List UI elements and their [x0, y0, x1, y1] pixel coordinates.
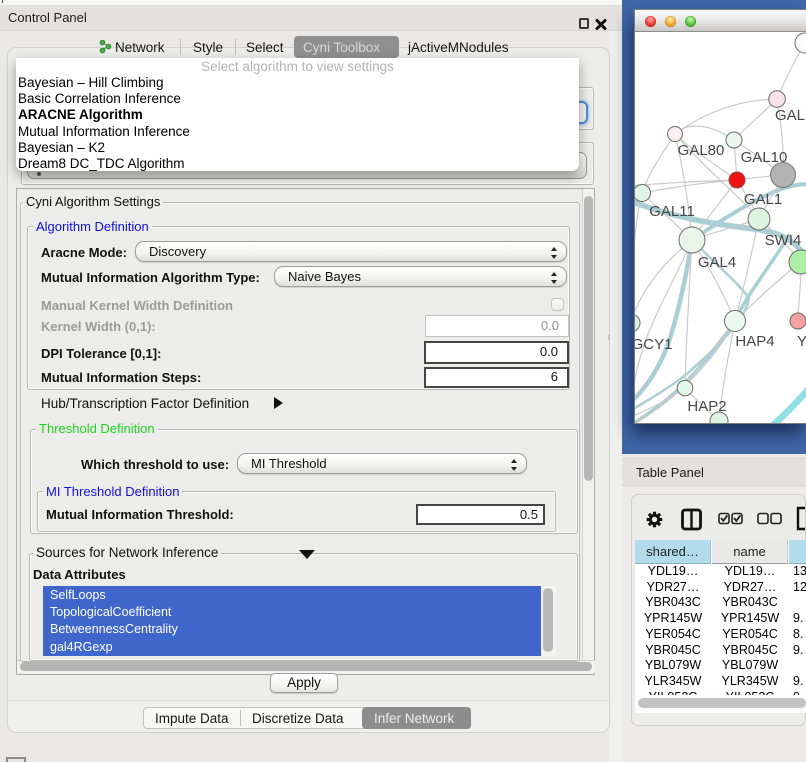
svg-text:GAL1: GAL1: [744, 191, 782, 208]
svg-text:GAL80: GAL80: [678, 142, 725, 159]
svg-text:YJ: YJ: [797, 333, 806, 350]
svg-text:GCY1: GCY1: [635, 336, 672, 353]
svg-text:GAL7: GAL7: [775, 107, 806, 124]
svg-text:GAL4: GAL4: [698, 254, 736, 271]
svg-text:SWI4: SWI4: [765, 232, 802, 249]
svg-text:HAP4: HAP4: [735, 333, 774, 350]
svg-text:HAP2: HAP2: [687, 398, 726, 415]
svg-text:GAL11: GAL11: [649, 203, 695, 220]
svg-text:GAL10: GAL10: [741, 149, 788, 166]
